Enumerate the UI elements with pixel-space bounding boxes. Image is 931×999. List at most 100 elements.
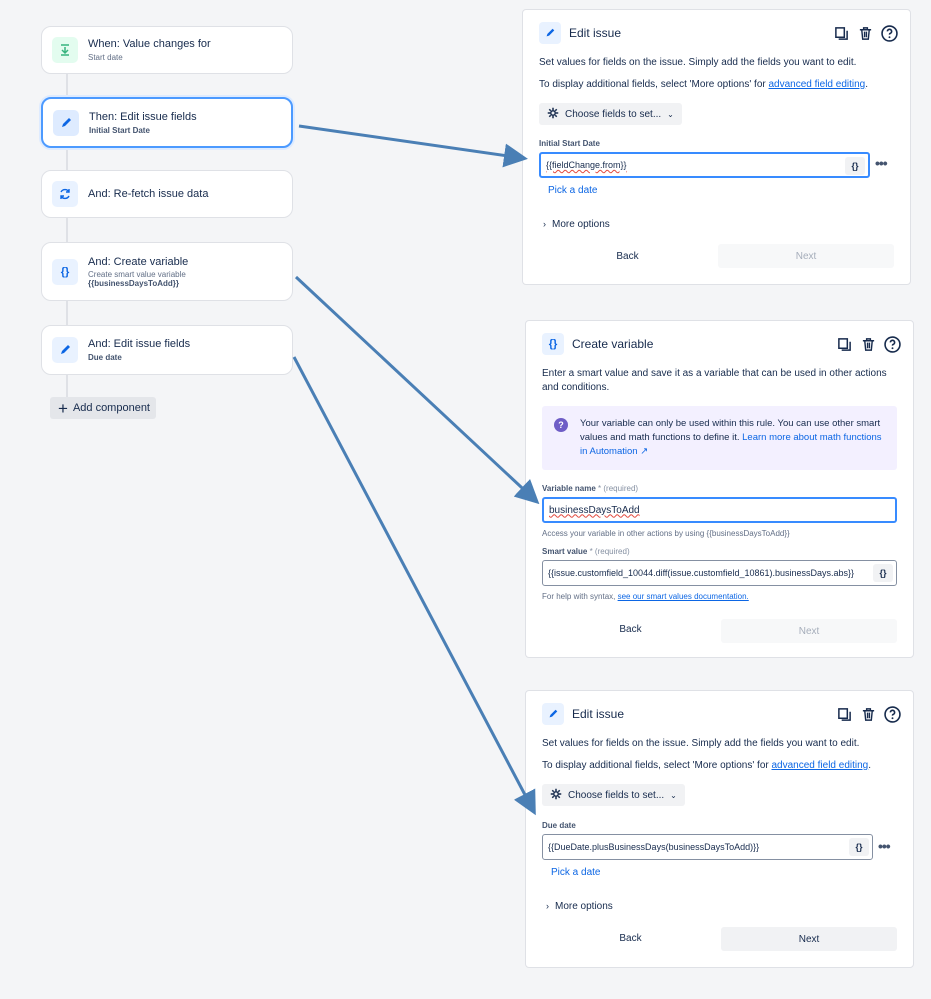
- input-value: {{DueDate.plusBusinessDays(businessDaysT…: [548, 842, 760, 852]
- smart-value-input[interactable]: {{issue.customfield_10044.diff(issue.cus…: [542, 560, 897, 586]
- edit-issue-panel-initial: Edit issue Set values for fields on the …: [522, 9, 911, 285]
- add-component-label: Add component: [72, 402, 150, 414]
- choose-fields-label: Choose fields to set...: [568, 789, 665, 801]
- more-hint-text: To display additional fields, select 'Mo…: [542, 760, 772, 771]
- more-options-toggle[interactable]: › More options: [543, 219, 610, 230]
- chevron-right-icon: ›: [546, 901, 549, 911]
- chevron-right-icon: ›: [543, 219, 546, 229]
- more-options-toggle[interactable]: › More options: [546, 901, 613, 912]
- copy-icon[interactable]: [832, 24, 850, 42]
- more-options-label: More options: [555, 901, 613, 912]
- input-value: businessDaysToAdd: [549, 504, 640, 516]
- edit-issue-panel-due: Edit issue Set values for fields on the …: [525, 690, 914, 968]
- download-icon: [52, 37, 78, 63]
- smart-value-braces-button[interactable]: {}: [873, 564, 893, 582]
- gear-icon: [547, 107, 559, 122]
- more-options-label: More options: [552, 219, 610, 230]
- required-mark: * (required): [589, 547, 630, 556]
- required-mark: * (required): [598, 484, 639, 493]
- flow-node-create-variable[interactable]: {} And: Create variable Create smart val…: [41, 242, 293, 301]
- next-button[interactable]: Next: [718, 244, 894, 268]
- flow-node-edit-due[interactable]: And: Edit issue fields Due date: [41, 325, 293, 375]
- copy-icon[interactable]: [835, 335, 853, 353]
- pick-date-link[interactable]: Pick a date: [548, 185, 597, 196]
- node-title: And: Edit issue fields: [88, 338, 191, 350]
- info-text: Your variable can only be used within th…: [580, 417, 885, 459]
- initial-start-date-input[interactable]: {{fieldChange.from}} {}: [539, 152, 870, 178]
- next-button[interactable]: Next: [721, 619, 897, 643]
- smart-values-docs-link[interactable]: see our smart values documentation.: [618, 592, 749, 601]
- copy-icon[interactable]: [835, 705, 853, 723]
- choose-fields-button[interactable]: Choose fields to set... ⌄: [542, 784, 685, 806]
- panel-more-hint: To display additional fields, select 'Mo…: [542, 759, 871, 773]
- node-title: And: Create variable: [88, 255, 189, 268]
- node-variable: {{businessDaysToAdd}}: [88, 278, 179, 288]
- node-subtitle: Start date: [88, 53, 123, 62]
- pencil-icon: [539, 22, 561, 44]
- panel-description: Enter a smart value and save it as a var…: [542, 368, 887, 393]
- flow-node-trigger[interactable]: When: Value changes for Start date: [41, 26, 293, 74]
- node-subtitle: Create smart value variable: [88, 269, 186, 279]
- more-hint-text: To display additional fields, select 'Mo…: [539, 79, 769, 90]
- panel-description: Set values for fields on the issue. Simp…: [542, 738, 860, 749]
- panel-title: Edit issue: [569, 26, 622, 40]
- braces-icon: {}: [542, 333, 564, 355]
- add-component-button[interactable]: + Add component: [50, 397, 156, 419]
- pencil-icon: [53, 109, 79, 136]
- back-button[interactable]: Back: [542, 624, 719, 635]
- chevron-down-icon: ⌄: [667, 109, 674, 119]
- variable-name-input[interactable]: businessDaysToAdd: [542, 497, 897, 523]
- chevron-down-icon: ⌄: [670, 790, 677, 800]
- due-date-input[interactable]: {{DueDate.plusBusinessDays(businessDaysT…: [542, 834, 873, 860]
- trash-icon[interactable]: [856, 24, 874, 42]
- choose-fields-label: Choose fields to set...: [565, 108, 662, 120]
- braces-icon: {}: [52, 258, 78, 285]
- back-button[interactable]: Back: [539, 251, 716, 262]
- question-icon: ?: [554, 418, 568, 432]
- gear-icon: [550, 788, 562, 803]
- flow-node-edit-initial[interactable]: Then: Edit issue fields Initial Start Da…: [41, 97, 293, 148]
- field-label: Due date: [542, 821, 576, 830]
- input-value: {{fieldChange.from}}: [546, 160, 627, 170]
- advanced-field-editing-link[interactable]: advanced field editing: [769, 79, 866, 90]
- arrow-to-edit-issue: [298, 124, 528, 168]
- pencil-icon: [542, 703, 564, 725]
- more-icon[interactable]: •••: [875, 155, 888, 171]
- panel-title: Create variable: [572, 337, 654, 351]
- variable-hint: Access your variable in other actions by…: [542, 529, 790, 538]
- refresh-icon: [52, 181, 78, 207]
- next-button[interactable]: Next: [721, 927, 897, 951]
- back-button[interactable]: Back: [542, 933, 719, 944]
- node-subtitle: Initial Start Date: [89, 125, 150, 135]
- more-icon[interactable]: •••: [878, 838, 891, 854]
- node-subtitle: Due date: [88, 353, 122, 362]
- trash-icon[interactable]: [859, 335, 877, 353]
- help-icon[interactable]: [883, 335, 901, 353]
- plus-icon: +: [58, 398, 68, 418]
- smart-value-braces-button[interactable]: {}: [849, 838, 869, 856]
- field-label: Initial Start Date: [539, 139, 600, 148]
- more-hint-end: .: [868, 760, 872, 771]
- syntax-help-text: For help with syntax,: [542, 592, 618, 601]
- panel-description: Set values for fields on the issue. Simp…: [539, 57, 857, 68]
- arrow-to-edit-due-date: [292, 356, 536, 816]
- help-icon[interactable]: [880, 24, 898, 42]
- node-title: Then: Edit issue fields: [89, 110, 197, 123]
- smart-value-label: Smart value * (required): [542, 547, 630, 556]
- flow-node-refetch[interactable]: And: Re-fetch issue data: [41, 170, 293, 218]
- label-text: Variable name: [542, 484, 596, 493]
- info-message: ? Your variable can only be used within …: [542, 406, 897, 470]
- choose-fields-button[interactable]: Choose fields to set... ⌄: [539, 103, 682, 125]
- advanced-field-editing-link[interactable]: advanced field editing: [772, 760, 869, 771]
- label-text: Smart value: [542, 547, 588, 556]
- syntax-help: For help with syntax, see our smart valu…: [542, 592, 749, 601]
- pick-date-link[interactable]: Pick a date: [551, 867, 600, 878]
- more-hint-end: .: [865, 79, 869, 90]
- node-title: When: Value changes for: [88, 38, 211, 50]
- variable-name-label: Variable name * (required): [542, 484, 638, 493]
- trash-icon[interactable]: [859, 705, 877, 723]
- create-variable-panel: {} Create variable Enter a smart value a…: [525, 320, 914, 658]
- help-icon[interactable]: [883, 705, 901, 723]
- arrow-to-create-variable: [294, 275, 540, 505]
- smart-value-braces-button[interactable]: {}: [845, 157, 865, 175]
